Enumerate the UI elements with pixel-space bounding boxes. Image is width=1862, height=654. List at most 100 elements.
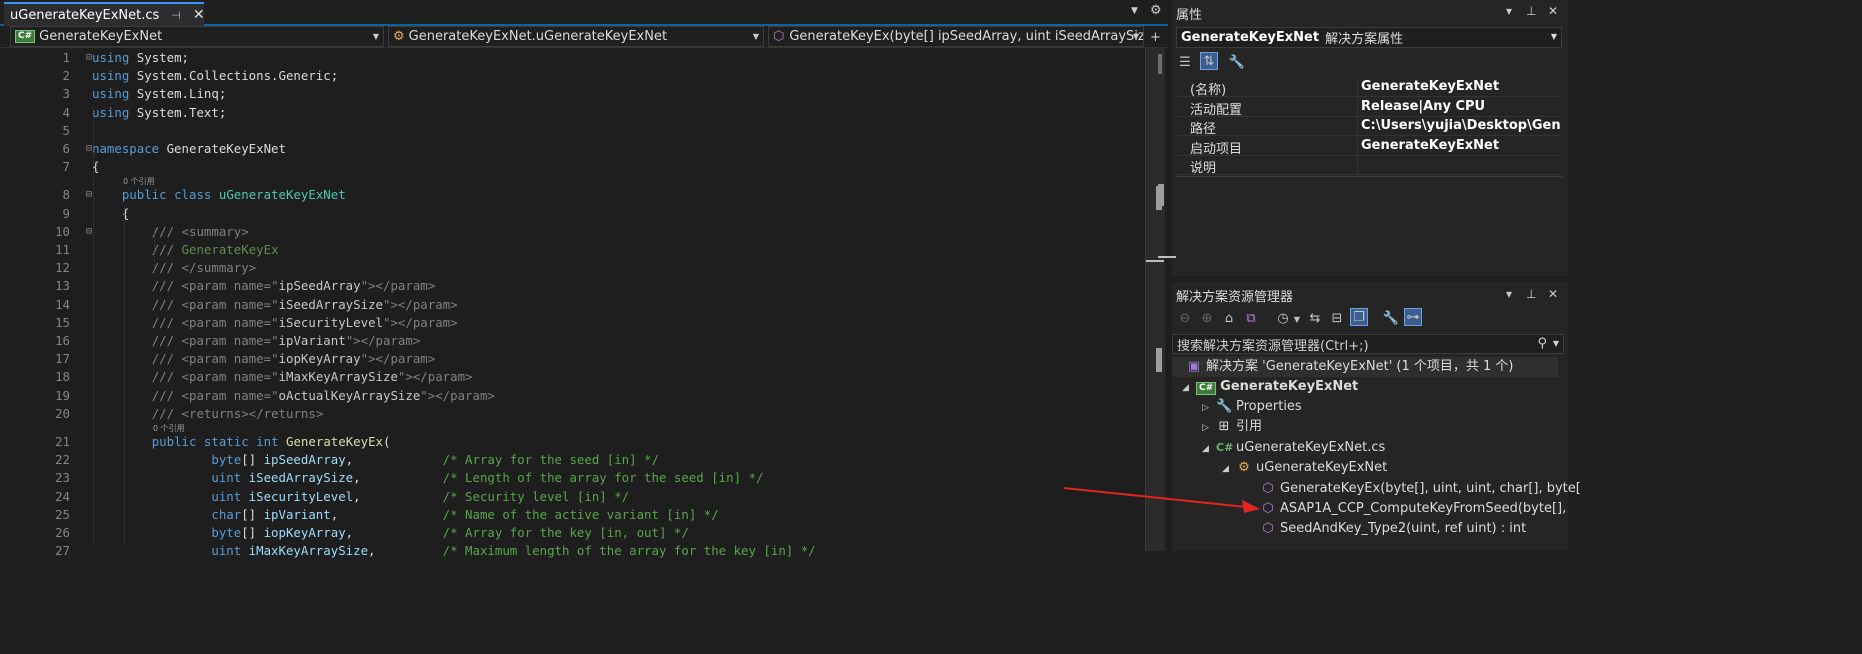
code-line[interactable]: 26 byte[] iopKeyArray, /* Array for the …	[0, 524, 1145, 542]
pin-icon[interactable]: ⊥	[1526, 4, 1536, 18]
code-text[interactable]: using System.Linq;	[92, 85, 226, 103]
expanded-arrow-icon[interactable]: ◢	[1202, 439, 1216, 459]
code-text[interactable]: /// <param name="iSeedArraySize"></param…	[92, 296, 458, 314]
property-value[interactable]: C:\Users\yujia\Desktop\Genera	[1361, 118, 1561, 133]
collapsed-arrow-icon[interactable]: ▷	[1202, 418, 1216, 438]
code-line[interactable]: 10 ⊟ /// <summary>	[0, 223, 1145, 241]
code-text[interactable]: public static int GenerateKeyEx(	[92, 433, 391, 451]
chevron-down-icon[interactable]: ▼	[1553, 339, 1559, 348]
tree-member-node[interactable]: ⬡ ASAP1A_CCP_ComputeKeyFromSeed(byte[],	[1260, 499, 1566, 519]
member-dropdown[interactable]: ⬡ GenerateKeyEx(byte[] ipSeedArray, uint…	[768, 26, 1144, 47]
code-line[interactable]: 5	[0, 122, 1145, 140]
property-pages-icon[interactable]: 🔧	[1228, 54, 1246, 72]
property-row[interactable]: 活动配置 Release|Any CPU	[1176, 97, 1562, 118]
settings-gear-icon[interactable]: ⚙	[1150, 3, 1162, 18]
code-line[interactable]: 21 public static int GenerateKeyEx(	[0, 433, 1145, 451]
property-row[interactable]: 路径 C:\Users\yujia\Desktop\Genera	[1176, 117, 1562, 137]
code-line[interactable]: 2 using System.Collections.Generic;	[0, 67, 1145, 85]
code-line[interactable]: 11 /// GenerateKeyEx	[0, 241, 1145, 259]
code-line[interactable]: 9 {	[0, 205, 1145, 223]
column-divider[interactable]	[1357, 117, 1358, 136]
code-text[interactable]: using System;	[92, 49, 189, 67]
close-icon[interactable]: ✕	[1548, 287, 1558, 301]
pin-icon[interactable]: ⊥	[1526, 287, 1536, 301]
tree-project-node[interactable]: ◢ C# GenerateKeyExNet	[1182, 377, 1358, 397]
code-text[interactable]: /// <param name="iMaxKeyArraySize"></par…	[92, 368, 473, 386]
code-text[interactable]: /// <summary>	[92, 223, 249, 241]
properties-icon[interactable]: 🔧	[1382, 310, 1400, 328]
pin-icon[interactable]: ⊣	[171, 9, 181, 22]
tree-references-node[interactable]: ▷ ⊞ 引用	[1202, 417, 1262, 437]
code-text[interactable]: public class uGenerateKeyExNet	[92, 186, 346, 204]
property-row[interactable]: (名称) GenerateKeyExNet	[1176, 78, 1562, 98]
project-dropdown[interactable]: C# GenerateKeyExNet ▼	[10, 26, 384, 47]
tree-solution-node[interactable]: ▣ 解决方案 'GenerateKeyExNet' (1 个项目，共 1 个)	[1172, 357, 1558, 377]
code-text[interactable]: /// <param name="iSecurityLevel"></param…	[92, 314, 458, 332]
tab-ugeneratekeyexnet-cs[interactable]: uGenerateKeyExNet.cs ⊣ ✕	[4, 2, 205, 26]
solution-search-input[interactable]: 搜索解决方案资源管理器(Ctrl+;) ⚲ ▼	[1172, 334, 1564, 354]
code-text[interactable]: /// </summary>	[92, 259, 256, 277]
alphabetical-icon[interactable]: ⇅	[1200, 52, 1218, 70]
sync-icon[interactable]: ⇆	[1306, 310, 1324, 328]
code-line[interactable]: 1 ⊟ using System;	[0, 49, 1145, 67]
split-add-icon[interactable]: +	[1150, 30, 1161, 45]
tree-file-node[interactable]: ◢ C# uGenerateKeyExNet.cs	[1202, 438, 1385, 458]
code-text[interactable]: uint iMaxKeyArraySize, /* Maximum length…	[92, 542, 815, 560]
code-text[interactable]: byte[] iopKeyArray, /* Array for the key…	[92, 524, 688, 542]
code-text[interactable]: /// <param name="ipSeedArray"></param>	[92, 277, 436, 295]
column-divider[interactable]	[1357, 97, 1358, 117]
panel-menu-icon[interactable]: ▾	[1506, 4, 1512, 18]
code-line[interactable]: 16 /// <param name="ipVariant"></param>	[0, 332, 1145, 350]
code-line[interactable]: 14 /// <param name="iSeedArraySize"></pa…	[0, 296, 1145, 314]
code-text[interactable]: byte[] ipSeedArray, /* Array for the see…	[92, 451, 659, 469]
code-area[interactable]: 1 ⊟ using System; 2 using System.Collections…	[0, 48, 1145, 558]
tree-member-node[interactable]: ⬡ SeedAndKey_Type2(uint, ref uint) : int	[1260, 519, 1526, 539]
tree-properties-node[interactable]: ▷ 🔧 Properties	[1202, 397, 1302, 417]
column-divider[interactable]	[1357, 156, 1358, 175]
code-line[interactable]: 25 char[] ipVariant, /* Name of the acti…	[0, 506, 1145, 524]
tree-class-node[interactable]: ◢ ⚙ uGenerateKeyExNet	[1222, 458, 1387, 478]
column-divider[interactable]	[1357, 136, 1358, 156]
property-row[interactable]: 说明	[1176, 156, 1562, 176]
code-line[interactable]: 8 ⊟ public class uGenerateKeyExNet	[0, 186, 1145, 204]
column-divider[interactable]	[1357, 78, 1358, 97]
class-dropdown[interactable]: ⚙ GenerateKeyExNet.uGenerateKeyExNet ▼	[388, 26, 764, 47]
object-selector[interactable]: GenerateKeyExNet 解决方案属性 ▼	[1176, 27, 1562, 48]
property-value[interactable]: Release|Any CPU	[1361, 99, 1561, 114]
chevron-down-icon[interactable]: ▼	[1288, 311, 1306, 329]
code-line[interactable]: 17 /// <param name="iopKeyArray"></param…	[0, 350, 1145, 368]
code-line[interactable]: 13 /// <param name="ipSeedArray"></param…	[0, 277, 1145, 295]
expanded-arrow-icon[interactable]: ◢	[1182, 378, 1196, 398]
close-icon[interactable]: ✕	[1548, 4, 1558, 18]
search-icon[interactable]: ⚲	[1537, 336, 1547, 351]
code-text[interactable]: char[] ipVariant, /* Name of the active …	[92, 506, 718, 524]
code-text[interactable]: /// <param name="oActualKeyArraySize"></…	[92, 387, 495, 405]
property-row[interactable]: 启动项目 GenerateKeyExNet	[1176, 136, 1562, 157]
show-all-files-icon[interactable]: ❐	[1350, 308, 1368, 326]
scroll-thumb[interactable]	[1158, 54, 1162, 74]
property-value[interactable]: GenerateKeyExNet	[1361, 138, 1561, 153]
code-text[interactable]: using System.Collections.Generic;	[92, 67, 338, 85]
code-line[interactable]: 6 ⊟ namespace GenerateKeyExNet	[0, 140, 1145, 158]
code-text[interactable]: /// <param name="iopKeyArray"></param>	[92, 350, 436, 368]
panel-menu-icon[interactable]: ▾	[1506, 287, 1512, 301]
codelens-references[interactable]: 0 个引用	[0, 173, 1145, 186]
codelens-references[interactable]: 0 个引用	[0, 420, 1145, 433]
code-line[interactable]: 23 uint iSeedArraySize, /* Length of the…	[0, 469, 1145, 487]
code-line[interactable]: 24 uint iSecurityLevel, /* Security leve…	[0, 488, 1145, 506]
code-line[interactable]: 12 /// </summary>	[0, 259, 1145, 277]
tree-member-node[interactable]: ⬡ GenerateKeyEx(byte[], uint, uint, char[…	[1260, 479, 1581, 499]
code-line[interactable]: 15 /// <param name="iSecurityLevel"></pa…	[0, 314, 1145, 332]
code-line[interactable]: 3 using System.Linq;	[0, 85, 1145, 103]
collapse-all-icon[interactable]: ⊟	[1328, 310, 1346, 328]
property-value[interactable]: GenerateKeyExNet	[1361, 79, 1561, 94]
collapsed-arrow-icon[interactable]: ▷	[1202, 398, 1216, 418]
categorized-icon[interactable]: ☰	[1176, 54, 1194, 72]
code-line[interactable]: 22 byte[] ipSeedArray, /* Array for the …	[0, 451, 1145, 469]
code-text[interactable]: uint iSeedArraySize, /* Length of the ar…	[92, 469, 763, 487]
code-text[interactable]: /// GenerateKeyEx	[92, 241, 279, 259]
tab-overflow-icon[interactable]: ▼	[1131, 6, 1138, 16]
code-text[interactable]: namespace GenerateKeyExNet	[92, 140, 286, 158]
code-line[interactable]: 27 uint iMaxKeyArraySize, /* Maximum len…	[0, 542, 1145, 560]
forward-icon[interactable]: ⊕	[1198, 310, 1216, 328]
